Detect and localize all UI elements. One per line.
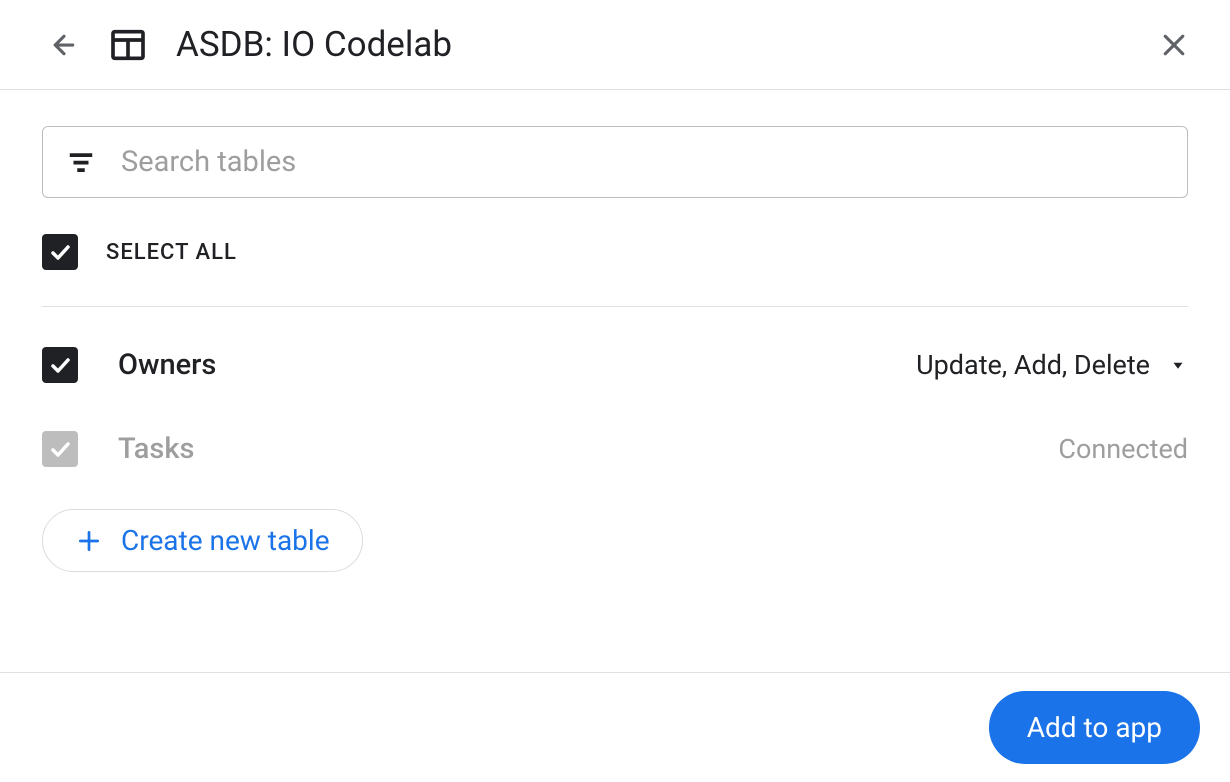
database-icon — [108, 25, 148, 65]
page-title: ASDB: IO Codelab — [176, 24, 1158, 65]
check-icon — [48, 437, 72, 461]
select-all-label: SELECT ALL — [106, 240, 237, 265]
table-row: Tasks Connected — [42, 407, 1188, 491]
back-button[interactable] — [48, 29, 80, 61]
arrow-left-icon — [49, 30, 79, 60]
create-table-label: Create new table — [121, 524, 330, 557]
close-icon — [1159, 30, 1189, 60]
table-list: Owners Update, Add, Delete Tasks Connect… — [42, 307, 1188, 491]
close-button[interactable] — [1158, 29, 1190, 61]
search-input[interactable] — [121, 145, 1169, 179]
table-name: Tasks — [118, 432, 1058, 466]
check-icon — [48, 353, 72, 377]
table-row: Owners Update, Add, Delete — [42, 323, 1188, 407]
filter-icon — [61, 142, 101, 182]
select-all-checkbox[interactable] — [42, 234, 78, 270]
caret-down-icon — [1169, 356, 1187, 374]
check-icon — [48, 240, 72, 264]
create-table-button[interactable]: Create new table — [42, 509, 363, 572]
select-all-row: SELECT ALL — [42, 198, 1188, 307]
footer: Add to app — [0, 672, 1230, 782]
table-name: Owners — [118, 348, 916, 382]
table-checkbox-tasks[interactable] — [42, 431, 78, 467]
permissions-dropdown[interactable] — [1168, 355, 1188, 375]
add-to-app-button[interactable]: Add to app — [989, 691, 1200, 764]
table-permissions: Update, Add, Delete — [916, 349, 1150, 381]
plus-icon — [75, 527, 103, 555]
header: ASDB: IO Codelab — [0, 0, 1230, 90]
table-status: Connected — [1058, 433, 1188, 465]
table-checkbox-owners[interactable] — [42, 347, 78, 383]
content: SELECT ALL Owners Update, Add, Delete — [0, 90, 1230, 572]
search-box[interactable] — [42, 126, 1188, 198]
